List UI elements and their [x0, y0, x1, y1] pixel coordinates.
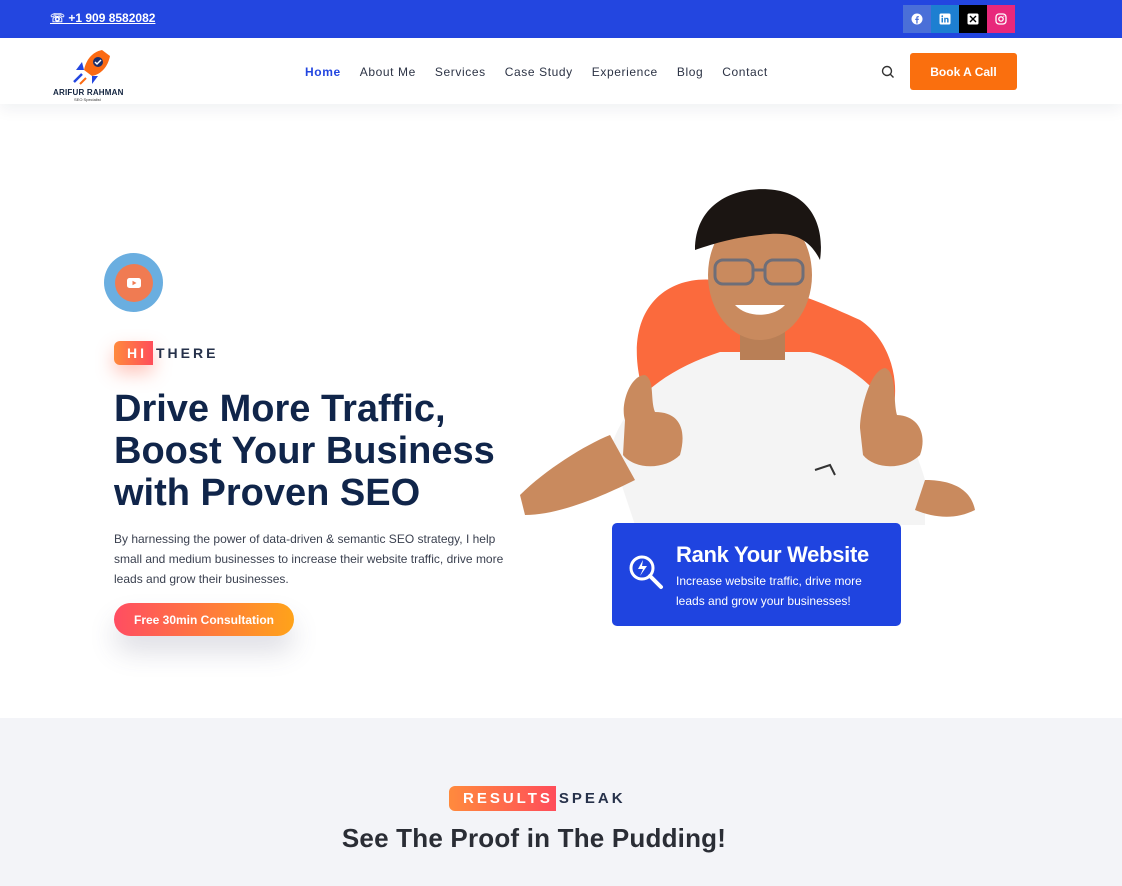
rank-card-description: Increase website traffic, drive more lea… [676, 574, 862, 608]
nav-services[interactable]: Services [435, 65, 486, 79]
logo-subtitle: SEO Specialist [74, 97, 101, 102]
phone-link[interactable]: ☏ +1 909 8582082 [50, 11, 155, 25]
nav-about-me[interactable]: About Me [360, 65, 416, 79]
nav-contact[interactable]: Contact [722, 65, 768, 79]
top-bar: ☏ +1 909 8582082 [0, 0, 1122, 38]
rank-website-card: Rank Your Website Increase website traff… [612, 523, 901, 626]
facebook-icon [911, 13, 923, 25]
results-title: See The Proof in The Pudding! [341, 823, 727, 853]
x-link[interactable] [959, 5, 987, 33]
results-tag-highlight: RESULTS [449, 786, 556, 811]
search-seo-icon [629, 555, 663, 589]
free-consultation-button[interactable]: Free 30min Consultation [114, 603, 294, 636]
site-logo[interactable]: ARIFUR RAHMAN SEO Specialist [50, 46, 135, 102]
video-play-button[interactable] [104, 253, 163, 312]
nav-experience[interactable]: Experience [592, 65, 658, 79]
nav-home[interactable]: Home [305, 65, 341, 79]
linkedin-icon [939, 13, 951, 25]
hero-tagline: HI THERE [114, 341, 218, 365]
tag-rest: THERE [156, 345, 219, 361]
youtube-icon [126, 277, 141, 288]
results-tagline: RESULTS SPEAK [449, 786, 626, 811]
rocket-logo-icon [73, 50, 110, 85]
search-icon [881, 65, 894, 78]
main-nav: Home About Me Services Case Study Experi… [305, 65, 787, 79]
instagram-icon [995, 13, 1007, 25]
results-tag-rest: SPEAK [558, 790, 626, 807]
instagram-link[interactable] [987, 5, 1015, 33]
nav-blog[interactable]: Blog [677, 65, 703, 79]
nav-case-study[interactable]: Case Study [505, 65, 573, 79]
hero-description: By harnessing the power of data-driven &… [114, 532, 504, 586]
rank-card-title: Rank Your Website [676, 542, 869, 567]
linkedin-link[interactable] [931, 5, 959, 33]
x-icon [967, 13, 979, 25]
site-header: ARIFUR RAHMAN SEO Specialist Home About … [0, 38, 1122, 104]
logo-name: ARIFUR RAHMAN [53, 88, 124, 97]
hero-portrait-image [520, 189, 975, 525]
search-button[interactable] [880, 64, 896, 80]
results-section: RESULTS SPEAK See The Proof in The Puddi… [0, 718, 1122, 886]
facebook-link[interactable] [903, 5, 931, 33]
social-links [903, 5, 1015, 33]
tag-highlight: HI [114, 341, 153, 365]
hero-title: Drive More Traffic, Boost Your Business … [114, 388, 495, 514]
book-a-call-button[interactable]: Book A Call [910, 53, 1017, 90]
